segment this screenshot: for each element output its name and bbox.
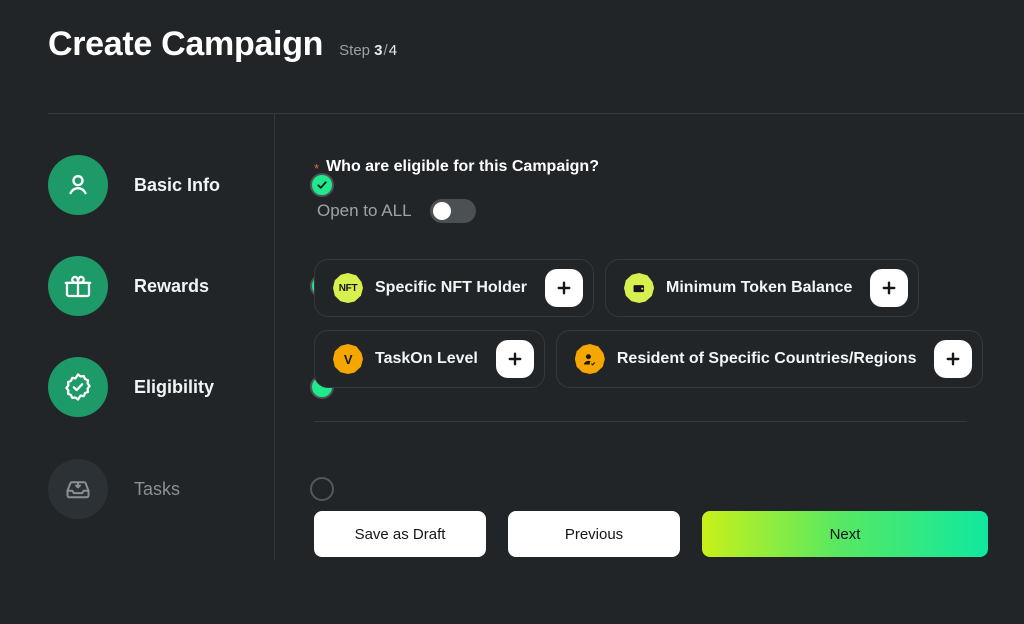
previous-button[interactable]: Previous: [508, 511, 680, 557]
option-label: Resident of Specific Countries/Regions: [616, 350, 917, 367]
sidebar-item-label: Tasks: [134, 478, 181, 499]
check-icon: [317, 181, 327, 189]
open-to-all-label: Open to ALL: [317, 201, 412, 220]
sidebar-item-tasks[interactable]: Tasks: [48, 459, 180, 519]
level-badge-text: V: [343, 351, 353, 367]
save-as-draft-button[interactable]: Save as Draft: [314, 511, 486, 557]
toggle-knob: [432, 202, 451, 220]
form-actions: Save as Draft Previous Next: [314, 511, 988, 557]
step-indicator-total: 4: [388, 42, 398, 59]
eligibility-options-row-2: V TaskOn Level Resident of Specific Coun…: [314, 330, 984, 388]
question-block: * Who are eligible for this Campaign?: [314, 158, 599, 176]
person-check-hexagon-icon: [574, 344, 605, 374]
add-specific-nft-holder-button[interactable]: [545, 269, 584, 307]
inbox-icon: [48, 459, 108, 519]
step-indicator: Step 3/4: [339, 42, 397, 59]
wallet-hexagon-icon: [624, 273, 655, 303]
option-label: Minimum Token Balance: [666, 279, 853, 296]
verified-badge-icon: [48, 357, 108, 417]
stepper: Basic Info Rewards Eligibility Tasks: [48, 114, 334, 560]
sidebar-item-rewards[interactable]: Rewards: [48, 256, 209, 316]
step-indicator-current: 3: [374, 42, 383, 59]
create-campaign-page: Create Campaign Step 3/4 Basic Info Rewa…: [0, 0, 1024, 624]
level-hexagon-icon: V: [333, 344, 363, 374]
sidebar-item-label: Eligibility: [134, 376, 215, 397]
option-resident-of-specific-countries[interactable]: Resident of Specific Countries/Regions: [555, 330, 984, 388]
step-marker-basic-info: [310, 173, 334, 197]
page-header: Create Campaign Step 3/4: [48, 24, 397, 65]
page-title: Create Campaign: [48, 25, 324, 63]
open-to-all-row: Open to ALL: [317, 199, 476, 223]
eligibility-options: NFT Specific NFT Holder Minimum Token Ba…: [314, 259, 984, 401]
option-taskon-level[interactable]: V TaskOn Level: [314, 330, 545, 388]
plus-icon: [557, 281, 571, 295]
required-asterisk-icon: *: [314, 160, 320, 176]
person-check-glyph: [584, 353, 596, 366]
option-label: TaskOn Level: [375, 350, 478, 367]
option-label: Specific NFT Holder: [375, 279, 528, 296]
next-button[interactable]: Next: [702, 511, 988, 557]
plus-icon: [882, 281, 896, 295]
nft-hexagon-icon: NFT: [333, 273, 363, 303]
step-indicator-prefix: Step: [339, 42, 370, 59]
sidebar-item-label: Rewards: [134, 275, 210, 296]
question-label: Who are eligible for this Campaign?: [326, 158, 599, 175]
sidebar-item-label: Basic Info: [134, 174, 221, 195]
add-minimum-token-balance-button[interactable]: [870, 269, 909, 307]
sidebar-item-basic-info[interactable]: Basic Info: [48, 155, 220, 215]
step-marker-tasks: [310, 477, 334, 501]
add-resident-of-specific-countries-button[interactable]: [934, 340, 973, 378]
option-minimum-token-balance[interactable]: Minimum Token Balance: [605, 259, 920, 317]
gift-icon: [48, 256, 108, 316]
nft-badge-text: NFT: [338, 282, 358, 294]
option-specific-nft-holder[interactable]: NFT Specific NFT Holder: [314, 259, 595, 317]
plus-icon: [947, 352, 960, 366]
add-taskon-level-button[interactable]: [495, 340, 534, 378]
sidebar-item-eligibility[interactable]: Eligibility: [48, 357, 214, 417]
eligibility-options-row-1: NFT Specific NFT Holder Minimum Token Ba…: [314, 259, 968, 317]
user-icon: [48, 155, 108, 215]
open-to-all-toggle[interactable]: [429, 199, 476, 223]
wallet-glyph: [633, 284, 644, 292]
footer-divider: [314, 421, 967, 422]
plus-icon: [508, 352, 522, 366]
